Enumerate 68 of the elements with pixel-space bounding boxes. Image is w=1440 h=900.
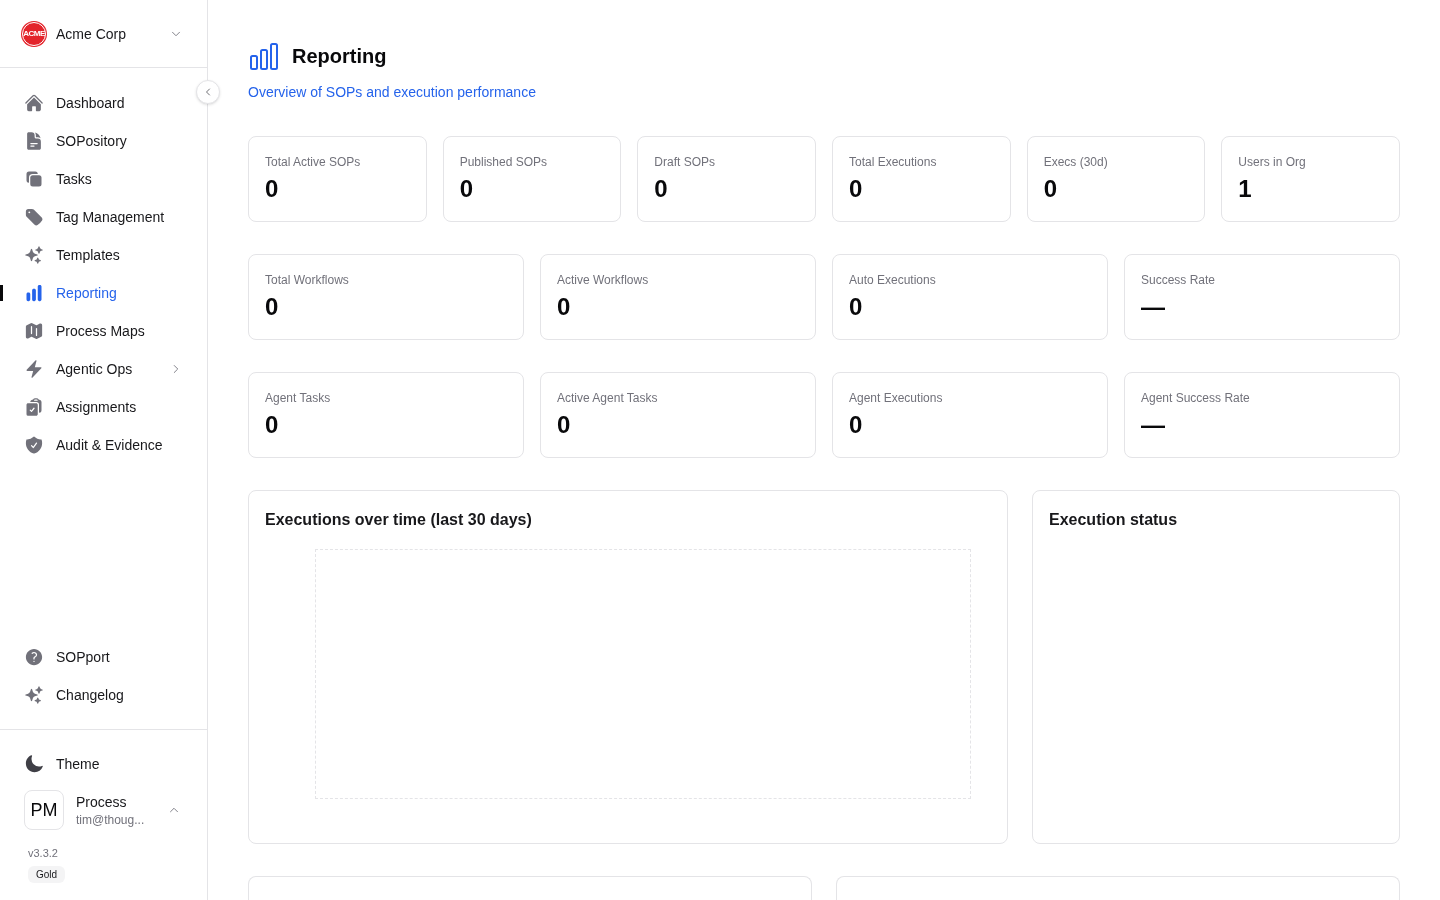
- stat-label: Draft SOPs: [654, 154, 715, 170]
- stat-value: 0: [849, 410, 863, 440]
- stacked-squares-icon: [24, 169, 44, 189]
- stat-label: Total Workflows: [265, 272, 349, 288]
- house-icon: [24, 93, 44, 113]
- version-label: v3.3.2: [28, 846, 58, 861]
- nav-link[interactable]: Tasks: [16, 162, 191, 196]
- stat-value: 0: [265, 292, 279, 322]
- nav-link[interactable]: Process Maps: [16, 314, 191, 348]
- stat-value: 0: [265, 410, 279, 440]
- document-icon: [24, 131, 44, 151]
- stat-label: Active Agent Tasks: [557, 390, 658, 406]
- stat-label: Total Executions: [849, 154, 937, 170]
- clipboard-check-icon: [24, 397, 44, 417]
- stat-label: Users in Org: [1238, 154, 1306, 170]
- stat-value: 1: [1238, 174, 1252, 204]
- user-name: Process: [76, 793, 127, 812]
- nav-link[interactable]: Templates: [16, 238, 191, 272]
- plan-badge: Gold: [28, 866, 66, 883]
- stat-value: 0: [557, 410, 571, 440]
- stat-label: Success Rate: [1141, 272, 1216, 288]
- collapse-sidebar-button[interactable]: [196, 80, 220, 104]
- card-title: Executions over time (last 30 days): [265, 510, 532, 530]
- nav-link[interactable]: Dashboard: [16, 86, 191, 120]
- bar-chart-icon: [24, 283, 44, 303]
- theme-toggle[interactable]: Theme: [16, 747, 191, 781]
- nav-link[interactable]: Reporting: [16, 276, 191, 310]
- shield-check-icon: [24, 435, 44, 455]
- nav-link[interactable]: Assignments: [16, 390, 191, 424]
- nav-link[interactable]: Audit & Evidence: [16, 428, 191, 462]
- nav-link[interactable]: Agentic Ops: [16, 352, 191, 386]
- lightning-icon: [24, 359, 44, 379]
- stat-label: Auto Executions: [849, 272, 936, 288]
- nav-link[interactable]: Tag Management: [16, 200, 191, 234]
- stat-label: Agent Executions: [849, 390, 943, 406]
- map-icon: [24, 321, 44, 341]
- active-indicator: [0, 285, 3, 301]
- stat-value: 0: [265, 174, 279, 204]
- moon-icon: [24, 754, 44, 774]
- page-title: Reporting: [292, 44, 387, 69]
- tag-icon: [24, 207, 44, 227]
- sparkles-icon: [24, 685, 44, 705]
- help-icon: [24, 647, 44, 667]
- stat-value: —: [1141, 410, 1165, 440]
- stat-label: Agent Tasks: [265, 390, 331, 406]
- sparkles-icon: [24, 245, 44, 265]
- help-link[interactable]: Changelog: [16, 678, 191, 712]
- user-avatar: PM: [24, 790, 64, 830]
- user-email: tim@thoug...: [76, 812, 145, 828]
- stat-label: Active Workflows: [557, 272, 649, 288]
- stat-value: 0: [849, 174, 863, 204]
- card-title: Execution status: [1049, 510, 1178, 530]
- stat-label: Execs (30d): [1043, 154, 1108, 170]
- nav-link[interactable]: SOPository: [16, 124, 191, 158]
- stat-label: Published SOPs: [459, 154, 548, 170]
- stat-value: 0: [1043, 174, 1057, 204]
- org-logo: ACME: [22, 21, 46, 46]
- stat-value: 0: [557, 292, 571, 322]
- stat-value: 0: [459, 174, 473, 204]
- stat-value: 0: [654, 174, 668, 204]
- stat-value: —: [1141, 292, 1165, 322]
- stat-label: Total Active SOPs: [265, 154, 361, 170]
- help-link[interactable]: SOPport: [16, 640, 191, 674]
- stat-label: Agent Success Rate: [1141, 390, 1250, 406]
- org-switcher[interactable]: ACME Acme Corp: [16, 13, 191, 54]
- bar-chart-icon: [250, 42, 278, 70]
- stat-value: 0: [849, 292, 863, 322]
- page-subtitle: Overview of SOPs and execution performance: [248, 83, 536, 102]
